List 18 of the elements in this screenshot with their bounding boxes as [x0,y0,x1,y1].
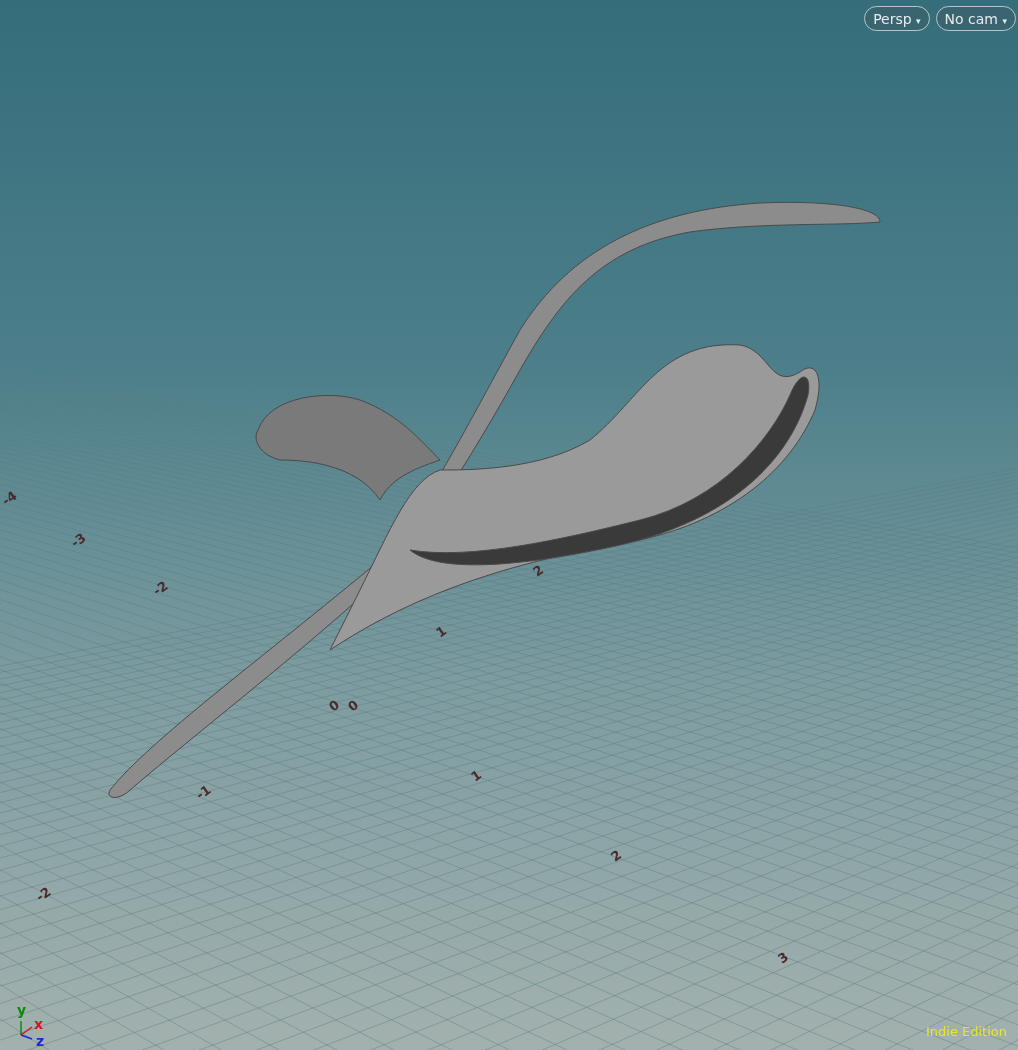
grid-label: -4 [0,487,20,509]
grid-label: 0 [345,697,362,715]
axis-label: y [17,1003,27,1017]
grid-label: -1 [193,781,214,803]
grid-label: 1 [468,767,485,785]
grid-label: 2 [608,847,625,865]
axis-label: x [34,1017,44,1031]
grid-label: -3 [68,529,89,551]
grid-label: 2 [530,562,547,580]
edition-label: Indie Edition [925,1024,1007,1039]
view-dropdown[interactable]: No cam ▾ [935,6,1016,31]
grid-label: -2 [33,883,54,905]
grid-label: -2 [150,577,171,599]
axis-label: z [36,1034,45,1048]
grid-label: 0 [326,697,343,715]
view-dropdown[interactable]: Persp ▾ [864,6,930,31]
grid-label: 3 [775,949,792,967]
grid-label: 1 [433,623,450,641]
